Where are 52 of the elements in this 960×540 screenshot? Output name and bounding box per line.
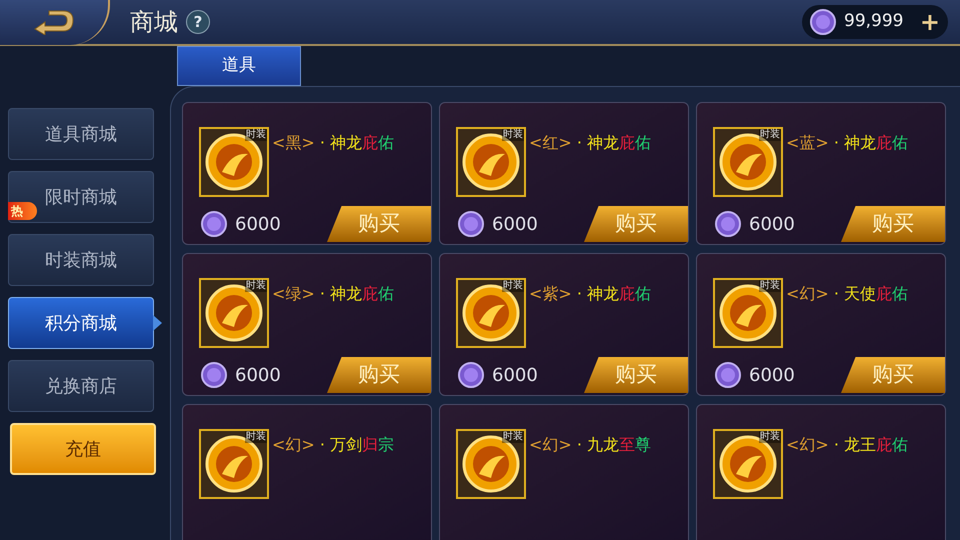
add-currency-button[interactable]: +: [920, 10, 940, 34]
item-price: 6000: [492, 364, 538, 388]
item-price: 6000: [749, 212, 795, 236]
page-title: 商城: [130, 7, 178, 38]
item-tag: 时装: [245, 431, 267, 443]
item-icon[interactable]: 时装: [199, 127, 269, 197]
coin-icon: [810, 9, 836, 35]
coin-icon: [201, 211, 227, 237]
item-price: 6000: [235, 212, 281, 236]
item-tag: 时装: [502, 280, 524, 292]
item-price: 6000: [235, 364, 281, 388]
sidebar-tab[interactable]: 时装商城: [8, 234, 154, 286]
coin-icon: [715, 362, 741, 388]
item-name: <幻> · 九龙至尊: [529, 434, 652, 456]
item-icon[interactable]: 时装: [199, 278, 269, 348]
item-name: <幻> · 万剑归宗: [272, 434, 394, 456]
item-icon[interactable]: 时装: [713, 429, 783, 499]
item-icon[interactable]: 时装: [713, 127, 783, 197]
item-tag: 时装: [759, 129, 781, 141]
item-name: <绿> · 神龙庇佑: [272, 283, 394, 305]
item-tag: 时装: [502, 431, 524, 443]
item-tag: 时装: [245, 280, 267, 292]
item-name: <幻> · 天使庇佑: [786, 283, 908, 305]
item-name: <黑> · 神龙庇佑: [272, 132, 394, 154]
help-button[interactable]: ?: [186, 10, 210, 34]
item-icon[interactable]: 时装: [713, 278, 783, 348]
sidebar-tab[interactable]: 积分商城: [8, 297, 154, 349]
item-tag: 时装: [759, 280, 781, 292]
item-icon[interactable]: 时装: [456, 429, 526, 499]
item-icon[interactable]: 时装: [199, 429, 269, 499]
item-tag: 时装: [245, 129, 267, 141]
hot-badge: 热: [8, 202, 37, 220]
item-name: <红> · 神龙庇佑: [529, 132, 652, 154]
sidebar-tab[interactable]: 道具商城: [8, 108, 154, 160]
coin-icon: [458, 211, 484, 237]
item-tag: 时装: [759, 431, 781, 443]
coin-icon: [715, 211, 741, 237]
item-name: <紫> · 神龙庇佑: [529, 283, 652, 305]
back-button[interactable]: [0, 0, 110, 45]
item-name: <幻> · 龙王庇佑: [786, 434, 908, 456]
item-icon[interactable]: 时装: [456, 278, 526, 348]
tab[interactable]: 道具: [177, 46, 301, 86]
coin-icon: [458, 362, 484, 388]
item-name: <蓝> · 神龙庇佑: [786, 132, 908, 154]
item-price: 6000: [749, 364, 795, 388]
item-icon[interactable]: 时装: [456, 127, 526, 197]
recharge-button[interactable]: 充值: [10, 423, 156, 475]
coin-icon: [201, 362, 227, 388]
currency-amount: 99,999: [844, 10, 904, 34]
item-tag: 时装: [502, 129, 524, 141]
sidebar-tab[interactable]: 兑换商店: [8, 360, 154, 412]
item-price: 6000: [492, 212, 538, 236]
